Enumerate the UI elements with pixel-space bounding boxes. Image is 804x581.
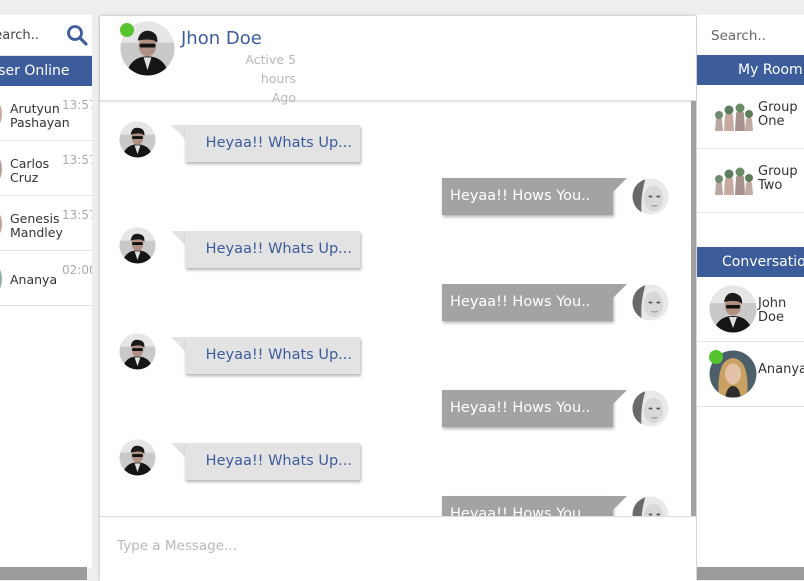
bubble-tail [613,390,627,404]
left-sidebar: User Online ArutyunPashayan 13:57 Carlos… [0,15,92,568]
outgoing-message: Heyaa!! Hows You.. [442,496,672,517]
left-search-bar [0,15,92,56]
last-seen-time: 13:57 [62,153,92,167]
user-avatar [632,390,669,427]
right-search-bar [697,15,804,55]
group-thumbnail [711,97,755,131]
bubble-tail [613,284,627,298]
online-indicator [120,23,134,37]
user-list-item[interactable]: GenesisMandley 13:57 [0,196,92,251]
outgoing-message: Heyaa!! Hows You.. [442,178,672,216]
incoming-message: Heyaa!! Whats Up... [119,121,379,162]
room-name: Group Two [758,164,798,193]
sender-avatar [119,333,156,370]
message-bubble: Heyaa!! Hows You.. [442,496,613,517]
user-list-item[interactable]: ArutyunPashayan 13:57 [0,86,92,141]
right-panel-scrollbar[interactable] [697,567,804,580]
user-list-item[interactable]: Ananya 02:00 [0,251,92,306]
user-name: Ananya [10,272,58,287]
message-bubble: Heyaa!! Whats Up... [185,125,360,162]
user-avatar [632,178,669,215]
last-seen-time: 13:57 [62,208,92,222]
bubble-tail [613,496,627,510]
online-indicator [709,350,723,364]
conversation-list-item[interactable]: John Doe [697,277,804,342]
message-bubble: Heyaa!! Whats Up... [185,231,360,268]
avatar [0,269,2,289]
left-panel-scrollbar[interactable] [0,567,87,580]
contact-name[interactable]: Jhon Doe [181,28,262,49]
user-avatar [632,496,669,517]
incoming-message: Heyaa!! Whats Up... [119,439,379,480]
conversation-name: Ananya [758,362,804,377]
message-bubble: Heyaa!! Whats Up... [185,337,360,374]
user-name: Genesis Mandley [10,211,63,240]
bubble-tail [171,443,185,457]
message-bubble: Heyaa!! Hows You.. [442,390,613,427]
room-list-item[interactable]: Group Two [697,149,804,213]
room-list-item[interactable]: Group One [697,85,804,149]
chat-window: Jhon Doe Active 5 hours Ago Heyaa!! Whats… [100,16,696,581]
message-scrollbar[interactable] [691,101,696,517]
last-seen-time: 13:57 [62,98,92,112]
outgoing-message: Heyaa!! Hows You.. [442,284,672,322]
my-room-header: My Room [697,55,804,85]
sender-avatar [119,121,156,158]
avatar [0,214,2,234]
sender-avatar [119,439,156,476]
incoming-message: Heyaa!! Whats Up... [119,227,379,268]
message-bubble: Heyaa!! Hows You.. [442,284,613,321]
message-bubble: Heyaa!! Hows You.. [442,178,613,215]
message-list[interactable]: Heyaa!! Whats Up... Heyaa!! Hows You.. H… [100,101,696,517]
search-icon[interactable] [66,24,88,50]
user-list-item[interactable]: CarlosCruz 13:57 [0,141,92,196]
avatar [709,285,757,333]
user-avatar [632,284,669,321]
users-online-header: User Online [0,56,92,86]
room-name: Group One [758,100,798,129]
avatar [0,159,2,179]
left-search-input[interactable] [0,21,55,49]
conversation-list-item[interactable]: Ananya [697,342,804,407]
message-bubble: Heyaa!! Whats Up... [185,443,360,480]
message-input[interactable] [115,531,679,561]
conversation-name: John Doe [758,296,787,325]
right-search-input[interactable] [709,21,803,51]
message-composer [100,516,696,581]
bubble-tail [171,337,185,351]
last-seen-time: 02:00 [62,263,92,277]
user-name: Arutyun Pashayan [10,101,70,130]
incoming-message: Heyaa!! Whats Up... [119,333,379,374]
contact-status: Active 5 hours Ago [245,52,296,105]
sender-avatar [119,227,156,264]
right-sidebar: My Room GroupOne GroupTwo Conversations [697,15,804,568]
user-name: Carlos Cruz [10,156,50,185]
chat-header: Jhon Doe Active 5 hours Ago [100,16,696,105]
bubble-tail [171,231,185,245]
group-thumbnail [711,161,755,195]
outgoing-message: Heyaa!! Hows You.. [442,390,672,428]
avatar [0,104,2,124]
bubble-tail [171,125,185,139]
bubble-tail [613,178,627,192]
conversations-header: Conversations [697,247,804,277]
